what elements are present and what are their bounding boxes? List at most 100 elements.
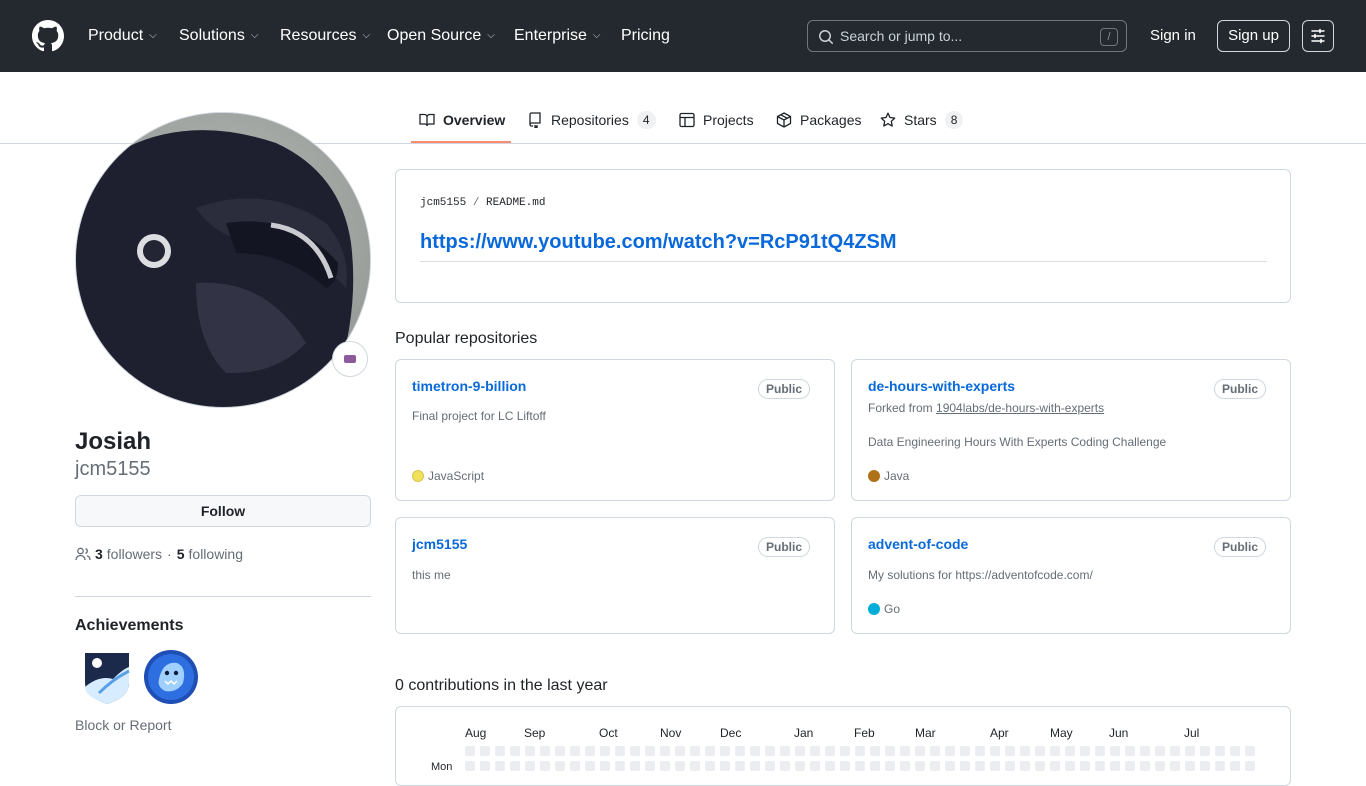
contribution-day-cell[interactable]	[765, 761, 775, 771]
settings-menu-button[interactable]	[1302, 20, 1334, 52]
contribution-day-cell[interactable]	[1110, 746, 1120, 756]
contribution-day-cell[interactable]	[885, 761, 895, 771]
tab-projects[interactable]: Projects	[679, 110, 754, 130]
contribution-day-cell[interactable]	[1050, 761, 1060, 771]
contribution-day-cell[interactable]	[1140, 761, 1150, 771]
following-link[interactable]: 5 following	[177, 546, 243, 562]
contribution-day-cell[interactable]	[1020, 746, 1030, 756]
contribution-day-cell[interactable]	[465, 746, 475, 756]
contribution-day-cell[interactable]	[480, 746, 490, 756]
contribution-day-cell[interactable]	[675, 761, 685, 771]
contribution-day-cell[interactable]	[510, 746, 520, 756]
contribution-day-cell[interactable]	[1080, 761, 1090, 771]
search-input[interactable]: Search or jump to... /	[807, 20, 1127, 52]
contribution-day-cell[interactable]	[690, 746, 700, 756]
contribution-day-cell[interactable]	[1080, 746, 1090, 756]
contribution-day-cell[interactable]	[540, 761, 550, 771]
contribution-day-cell[interactable]	[840, 746, 850, 756]
contribution-day-cell[interactable]	[1215, 746, 1225, 756]
contribution-day-cell[interactable]	[735, 761, 745, 771]
contribution-day-cell[interactable]	[975, 761, 985, 771]
contribution-day-cell[interactable]	[930, 761, 940, 771]
contribution-day-cell[interactable]	[1200, 746, 1210, 756]
repo-name-link[interactable]: advent-of-code	[868, 536, 968, 552]
contribution-day-cell[interactable]	[855, 746, 865, 756]
achievements-title[interactable]: Achievements	[75, 617, 184, 635]
contribution-day-cell[interactable]	[960, 761, 970, 771]
nav-resources[interactable]: Resources ⌵	[280, 0, 370, 72]
contribution-day-cell[interactable]	[570, 746, 580, 756]
readme-youtube-link[interactable]: https://www.youtube.com/watch?v=RcP91tQ4…	[420, 231, 897, 254]
contribution-day-cell[interactable]	[795, 761, 805, 771]
contribution-day-cell[interactable]	[540, 746, 550, 756]
contribution-day-cell[interactable]	[1095, 746, 1105, 756]
contribution-day-cell[interactable]	[1110, 761, 1120, 771]
contribution-day-cell[interactable]	[495, 746, 505, 756]
contribution-day-cell[interactable]	[825, 761, 835, 771]
contribution-day-cell[interactable]	[1065, 761, 1075, 771]
contribution-day-cell[interactable]	[600, 746, 610, 756]
contribution-day-cell[interactable]	[1050, 746, 1060, 756]
nav-open-source[interactable]: Open Source ⌵	[387, 0, 495, 72]
contribution-day-cell[interactable]	[1005, 746, 1015, 756]
contribution-day-cell[interactable]	[1125, 761, 1135, 771]
contribution-day-cell[interactable]	[870, 746, 880, 756]
contribution-day-cell[interactable]	[915, 761, 925, 771]
forked-from-link[interactable]: 1904labs/de-hours-with-experts	[936, 401, 1104, 415]
contribution-day-cell[interactable]	[1005, 761, 1015, 771]
contribution-day-cell[interactable]	[690, 761, 700, 771]
contribution-day-cell[interactable]	[510, 761, 520, 771]
contribution-day-cell[interactable]	[600, 761, 610, 771]
contribution-day-cell[interactable]	[765, 746, 775, 756]
contribution-day-cell[interactable]	[1155, 761, 1165, 771]
contribution-day-cell[interactable]	[1065, 746, 1075, 756]
contribution-day-cell[interactable]	[1125, 746, 1135, 756]
contribution-day-cell[interactable]	[840, 761, 850, 771]
sign-in-link[interactable]: Sign in	[1150, 27, 1196, 44]
contribution-day-cell[interactable]	[1230, 746, 1240, 756]
status-emoji-button[interactable]	[332, 341, 368, 377]
contribution-day-cell[interactable]	[1170, 761, 1180, 771]
contribution-day-cell[interactable]	[870, 761, 880, 771]
contribution-day-cell[interactable]	[795, 746, 805, 756]
avatar[interactable]	[75, 112, 371, 408]
contribution-day-cell[interactable]	[810, 761, 820, 771]
readme-filename[interactable]: README.md	[486, 197, 545, 209]
contribution-day-cell[interactable]	[1155, 746, 1165, 756]
contribution-day-cell[interactable]	[750, 746, 760, 756]
contribution-day-cell[interactable]	[705, 746, 715, 756]
contribution-day-cell[interactable]	[825, 746, 835, 756]
achievement-pull-shark-badge[interactable]	[143, 649, 199, 705]
contribution-day-cell[interactable]	[1230, 761, 1240, 771]
contribution-day-cell[interactable]	[525, 761, 535, 771]
contribution-day-cell[interactable]	[1185, 746, 1195, 756]
contribution-day-cell[interactable]	[645, 761, 655, 771]
tab-repositories[interactable]: Repositories 4	[527, 110, 656, 130]
contribution-day-cell[interactable]	[990, 761, 1000, 771]
sign-up-button[interactable]: Sign up	[1217, 20, 1290, 52]
contribution-day-cell[interactable]	[660, 761, 670, 771]
contribution-day-cell[interactable]	[1020, 761, 1030, 771]
nav-solutions[interactable]: Solutions ⌵	[179, 0, 258, 72]
contribution-day-cell[interactable]	[915, 746, 925, 756]
repo-name-link[interactable]: de-hours-with-experts	[868, 378, 1015, 394]
tab-stars[interactable]: Stars 8	[880, 110, 964, 130]
follow-button[interactable]: Follow	[75, 495, 371, 527]
contribution-day-cell[interactable]	[810, 746, 820, 756]
contribution-day-cell[interactable]	[585, 761, 595, 771]
contribution-day-cell[interactable]	[555, 761, 565, 771]
contribution-day-cell[interactable]	[975, 746, 985, 756]
contribution-day-cell[interactable]	[615, 761, 625, 771]
contribution-day-cell[interactable]	[630, 746, 640, 756]
nav-pricing[interactable]: Pricing	[621, 0, 670, 72]
contribution-day-cell[interactable]	[480, 761, 490, 771]
contribution-day-cell[interactable]	[780, 761, 790, 771]
repo-name-link[interactable]: jcm5155	[412, 536, 467, 552]
repo-name-link[interactable]: timetron-9-billion	[412, 378, 526, 394]
contribution-day-cell[interactable]	[675, 746, 685, 756]
contribution-day-cell[interactable]	[750, 761, 760, 771]
contribution-day-cell[interactable]	[885, 746, 895, 756]
tab-packages[interactable]: Packages	[776, 110, 861, 130]
contribution-day-cell[interactable]	[1215, 761, 1225, 771]
contribution-day-cell[interactable]	[660, 746, 670, 756]
